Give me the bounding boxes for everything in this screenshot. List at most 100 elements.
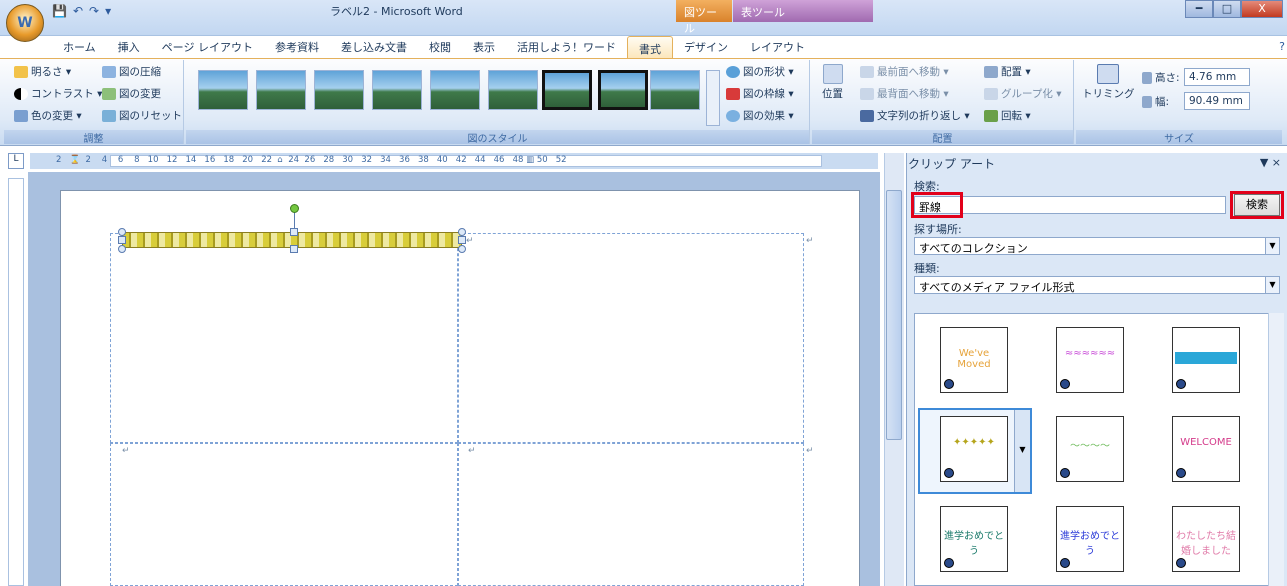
clip-item[interactable]: 進学おめでとう [940, 506, 1008, 572]
style-thumb-3[interactable] [314, 70, 364, 110]
resize-handle-se[interactable] [458, 245, 466, 253]
label-cell-3[interactable] [110, 443, 458, 586]
paragraph-mark: ↵ [806, 446, 814, 456]
change-picture-button[interactable]: 図の変更 [102, 86, 161, 101]
text-wrap-button[interactable]: 文字列の折り返し ▾ [860, 108, 970, 123]
clip-item[interactable]: 進学おめでとう [1056, 506, 1124, 572]
clip-dropdown-icon[interactable]: ▼ [1014, 410, 1030, 492]
minimize-button[interactable]: ━ [1185, 0, 1213, 18]
style-thumb-8[interactable] [598, 70, 648, 110]
clip-preview: ✦✦✦✦✦ [953, 437, 995, 448]
tab-5[interactable]: 校閲 [418, 35, 462, 59]
style-thumb-1[interactable] [198, 70, 248, 110]
title-bar [0, 0, 1287, 36]
reset-picture-icon [102, 109, 116, 122]
width-input[interactable]: 90.49 mm [1184, 92, 1250, 110]
shape-icon [726, 65, 740, 78]
tab-3[interactable]: 参考資料 [264, 35, 330, 59]
send-back-button[interactable]: 最背面へ移動 ▾ [860, 86, 949, 101]
group-adjust: 明るさ ▾ コントラスト ▾ 色の変更 ▾ 図の圧縮 図の変更 図のリセット 調… [4, 60, 184, 145]
picture-border-button[interactable]: 図の枠線 ▾ [726, 86, 794, 101]
height-input[interactable]: 4.76 mm [1184, 68, 1250, 86]
style-thumb-2[interactable] [256, 70, 306, 110]
save-icon[interactable]: 💾 [52, 4, 67, 18]
clip-preview: わたしたち結婚しました [1176, 531, 1236, 557]
undo-icon[interactable]: ↶ [73, 4, 83, 18]
tab-10[interactable]: レイアウト [739, 35, 816, 59]
tab-0[interactable]: ホーム [52, 35, 107, 59]
clip-item[interactable]: ✦✦✦✦✦ [940, 416, 1008, 482]
clip-item[interactable]: WELCOME [1172, 416, 1240, 482]
globe-icon [1060, 468, 1070, 478]
tab-7[interactable]: 活用しよう！ワード [506, 35, 627, 59]
resize-handle-e[interactable] [458, 236, 466, 244]
rotate-icon [984, 109, 998, 122]
resize-handle-n[interactable] [290, 228, 298, 236]
tab-6[interactable]: 表示 [462, 35, 506, 59]
globe-icon [1060, 558, 1070, 568]
clip-item[interactable]: ≈≈≈≈≈≈ [1056, 327, 1124, 393]
rotation-handle[interactable] [290, 204, 299, 213]
globe-icon [944, 468, 954, 478]
clip-item[interactable]: We've Moved [940, 327, 1008, 393]
window-controls: ━ □ X [1185, 0, 1283, 18]
resize-handle-ne[interactable] [458, 228, 466, 236]
recolor-button[interactable]: 色の変更 ▾ [14, 108, 82, 123]
type-select[interactable]: すべてのメディア ファイル形式 [914, 276, 1280, 294]
clip-item[interactable] [1172, 327, 1240, 393]
tab-selector[interactable]: L [8, 153, 24, 169]
contrast-button[interactable]: コントラスト ▾ [14, 86, 102, 101]
vertical-ruler[interactable] [8, 178, 24, 586]
brightness-button[interactable]: 明るさ ▾ [14, 64, 71, 79]
rotate-button[interactable]: 回転 ▾ [984, 108, 1031, 123]
maximize-button[interactable]: □ [1213, 0, 1241, 18]
tab-4[interactable]: 差し込み文書 [330, 35, 418, 59]
location-select[interactable]: すべてのコレクション [914, 237, 1280, 255]
group-arrange: 位置 最前面へ移動 ▾ 最背面へ移動 ▾ 文字列の折り返し ▾ 配置 ▾ グルー… [812, 60, 1074, 145]
effects-icon [726, 109, 740, 122]
resize-handle-sw[interactable] [118, 245, 126, 253]
label-cell-1[interactable] [110, 233, 458, 443]
bring-front-button[interactable]: 最前面へ移動 ▾ [860, 64, 949, 79]
position-button[interactable]: 位置 [822, 64, 843, 101]
clip-item[interactable]: ～～～～ [1056, 416, 1124, 482]
tab-8[interactable]: 書式 [626, 35, 673, 61]
help-icon[interactable]: ? [1279, 40, 1285, 53]
compress-button[interactable]: 図の圧縮 [102, 64, 161, 79]
ruler-numbers: 2 ⌛ 2 4 6 8 10 12 14 16 18 20 22 ⌂ 24 26… [56, 155, 567, 165]
picture-effects-button[interactable]: 図の効果 ▾ [726, 108, 794, 123]
contrast-icon [14, 87, 28, 100]
ribbon-tabs: ホーム 挿入 ページ レイアウト 参考資料 差し込み文書 校閲 表示 活用しよう！ワード 書式デ… [52, 35, 816, 61]
style-thumb-5[interactable] [430, 70, 480, 110]
style-thumb-6[interactable] [488, 70, 538, 110]
style-thumb-7[interactable] [542, 70, 592, 110]
scrollbar-thumb[interactable] [886, 190, 902, 440]
clip-item[interactable]: わたしたち結婚しました [1172, 506, 1240, 572]
location-dropdown-icon[interactable]: ▼ [1265, 238, 1279, 254]
crop-button[interactable]: トリミング [1082, 64, 1135, 101]
label-cell-4[interactable] [458, 443, 804, 586]
tab-2[interactable]: ページ レイアウト [151, 35, 264, 59]
results-scrollbar[interactable] [1268, 313, 1284, 586]
tab-9[interactable]: デザイン [673, 35, 739, 59]
resize-handle-w[interactable] [118, 236, 126, 244]
close-button[interactable]: X [1241, 0, 1283, 18]
compress-icon [102, 65, 116, 78]
type-dropdown-icon[interactable]: ▼ [1265, 277, 1279, 293]
tab-1[interactable]: 挿入 [107, 35, 151, 59]
redo-icon[interactable]: ↷ [89, 4, 99, 18]
pane-controls[interactable]: ▼ × [1260, 156, 1281, 169]
resize-handle-nw[interactable] [118, 228, 126, 236]
qat-customize-icon[interactable]: ▾ [105, 4, 111, 18]
style-gallery-scroll[interactable] [706, 70, 720, 126]
office-button[interactable]: W [6, 4, 44, 42]
reset-picture-button[interactable]: 図のリセット [102, 108, 182, 123]
resize-handle-s[interactable] [290, 245, 298, 253]
label-cell-2[interactable] [458, 233, 804, 443]
align-button[interactable]: 配置 ▾ [984, 64, 1031, 79]
height-label: 高さ: [1142, 70, 1180, 85]
group-objects-button[interactable]: グループ化 ▾ [984, 86, 1061, 101]
style-thumb-9[interactable] [650, 70, 700, 110]
style-thumb-4[interactable] [372, 70, 422, 110]
picture-shape-button[interactable]: 図の形状 ▾ [726, 64, 794, 79]
